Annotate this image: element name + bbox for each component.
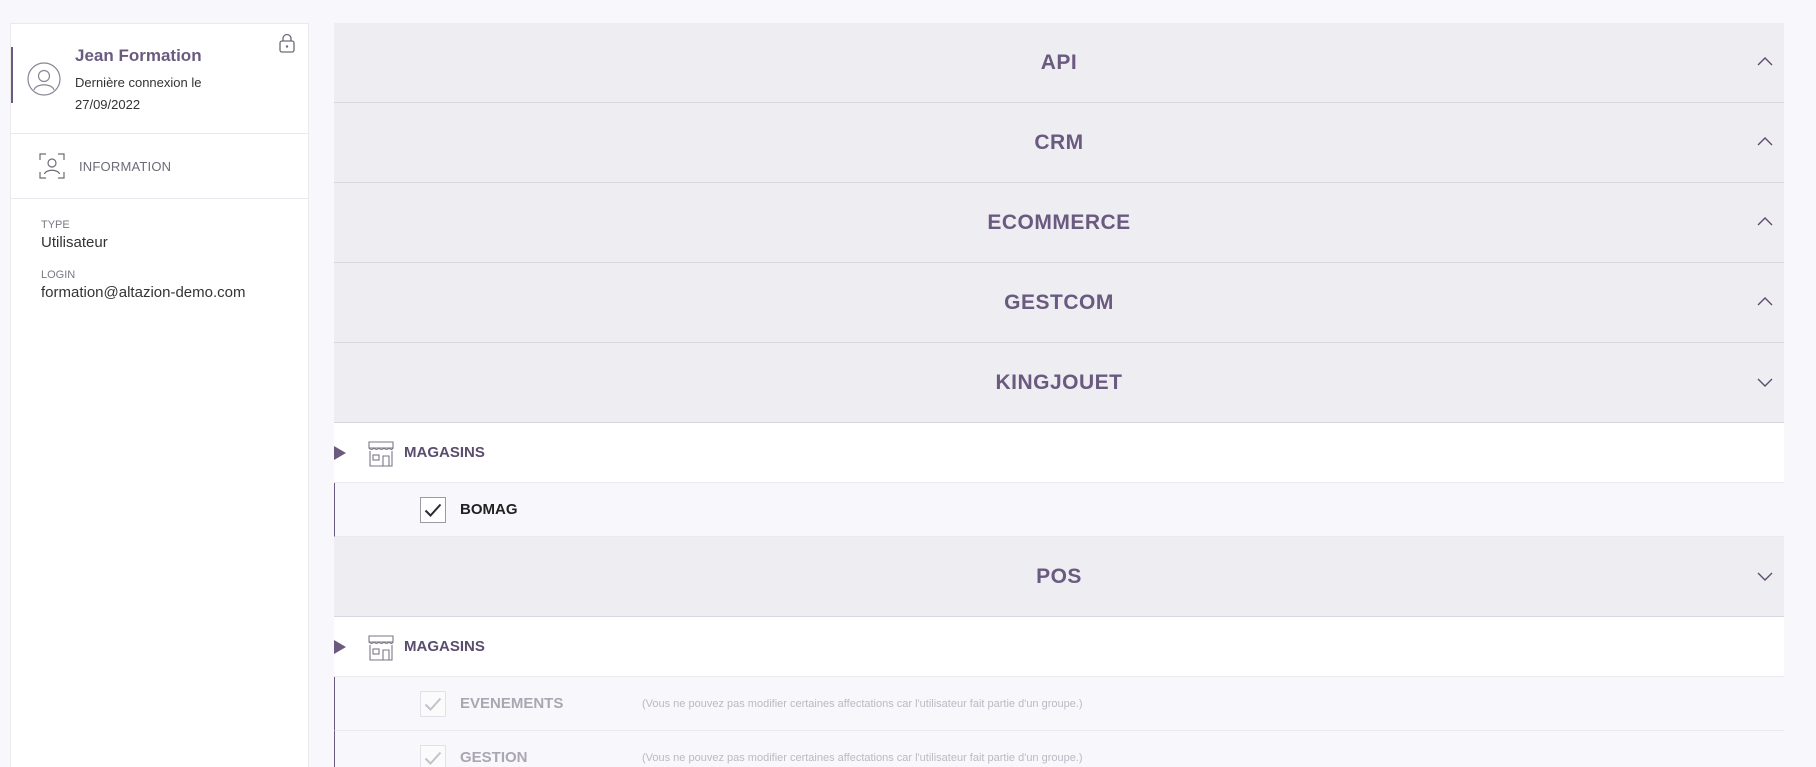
section-title: KINGJOUET xyxy=(995,370,1123,394)
field-login: LOGIN formation@altazion-demo.com xyxy=(41,269,308,301)
section-title: API xyxy=(1040,50,1078,74)
section-header-kingjouet[interactable]: KINGJOUET xyxy=(334,343,1784,423)
list-item: EVENEMENTS (Vous ne pouvez pas modifier … xyxy=(334,677,1784,731)
field-value: Utilisateur xyxy=(41,234,108,251)
field-label: TYPE xyxy=(41,219,70,231)
profile-accent-bar xyxy=(11,47,13,103)
user-fields: TYPE Utilisateur LOGIN formation@altazio… xyxy=(11,199,308,301)
field-value: formation@altazion-demo.com xyxy=(41,284,246,301)
section-title: GESTCOM xyxy=(1004,290,1114,314)
user-name: Jean Formation xyxy=(75,46,202,65)
nav-item-information[interactable]: INFORMATION xyxy=(11,134,308,199)
check-icon xyxy=(424,503,442,517)
group-row-magasins[interactable]: MAGASINS xyxy=(334,423,1784,483)
section-title: POS xyxy=(1036,564,1082,588)
lock-icon[interactable] xyxy=(278,33,296,53)
chevron-up-icon[interactable] xyxy=(1756,213,1774,231)
list-item: GESTION (Vous ne pouvez pas modifier cer… xyxy=(334,731,1784,767)
nav-item-label: INFORMATION xyxy=(79,158,172,174)
chevron-up-icon[interactable] xyxy=(1756,133,1774,151)
chevron-up-icon[interactable] xyxy=(1756,293,1774,311)
checkbox-checked-disabled xyxy=(420,690,446,717)
item-note: (Vous ne pouvez pas modifier certaines a… xyxy=(642,751,1083,764)
section-title: CRM xyxy=(1034,130,1084,154)
last-login-text: Dernière connexion le 27/09/2022 xyxy=(75,75,202,112)
item-label: BOMAG xyxy=(460,501,518,518)
item-label: GESTION xyxy=(460,749,528,766)
list-item[interactable]: BOMAG xyxy=(334,483,1784,537)
section-header-gestcom[interactable]: GESTCOM xyxy=(334,263,1784,343)
rights-panel: API CRM ECOMMERCE GESTCOM KINGJOUET MAGA… xyxy=(334,23,1784,767)
group-label: MAGASINS xyxy=(404,638,485,655)
check-icon xyxy=(424,751,442,765)
store-icon xyxy=(368,634,394,661)
checkbox-checked[interactable] xyxy=(420,496,446,523)
user-sidebar: Jean Formation Dernière connexion le 27/… xyxy=(10,23,309,767)
user-profile-card: Jean Formation Dernière connexion le 27/… xyxy=(11,24,308,134)
chevron-up-icon[interactable] xyxy=(1756,53,1774,71)
chevron-down-icon[interactable] xyxy=(1756,373,1774,391)
user-avatar-icon xyxy=(27,62,61,96)
item-note: (Vous ne pouvez pas modifier certaines a… xyxy=(642,697,1083,710)
group-label: MAGASINS xyxy=(404,444,485,461)
user-card-icon xyxy=(39,153,65,179)
section-header-crm[interactable]: CRM xyxy=(334,103,1784,183)
section-header-ecommerce[interactable]: ECOMMERCE xyxy=(334,183,1784,263)
group-row-magasins[interactable]: MAGASINS xyxy=(334,617,1784,677)
chevron-down-icon[interactable] xyxy=(1756,567,1774,585)
field-label: LOGIN xyxy=(41,269,76,281)
checkbox-checked-disabled xyxy=(420,744,446,767)
expand-caret-icon[interactable] xyxy=(334,446,346,460)
section-header-pos[interactable]: POS xyxy=(334,537,1784,617)
store-icon xyxy=(368,440,394,467)
field-type: TYPE Utilisateur xyxy=(41,219,308,251)
section-title: ECOMMERCE xyxy=(987,210,1131,234)
check-icon xyxy=(424,697,442,711)
item-label: EVENEMENTS xyxy=(460,695,564,712)
section-header-api[interactable]: API xyxy=(334,23,1784,103)
expand-caret-icon[interactable] xyxy=(334,640,346,654)
